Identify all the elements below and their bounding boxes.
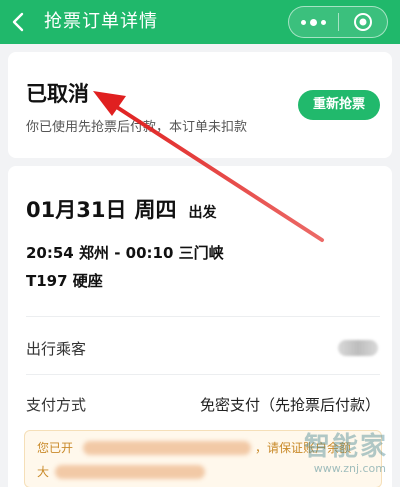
divider bbox=[26, 374, 380, 375]
order-status-title: 已取消 bbox=[26, 82, 89, 106]
more-dots-icon-right bbox=[320, 19, 326, 25]
watermark-logo: 智能家 bbox=[303, 432, 388, 462]
train-route: 20:54 郑州 - 00:10 三门峡 bbox=[26, 244, 224, 262]
back-button[interactable] bbox=[6, 8, 30, 36]
order-status-card: 已取消 你已使用先抢票后付款，本订单未扣款 重新抢票 bbox=[8, 52, 392, 158]
departure-date: 01月31日 bbox=[26, 198, 127, 222]
notice-text-start: 您已开 bbox=[37, 441, 74, 455]
regrab-ticket-button[interactable]: 重新抢票 bbox=[298, 90, 380, 120]
notice-text-line2: 大 bbox=[37, 465, 50, 479]
passenger-name-redacted bbox=[338, 340, 378, 356]
passenger-label: 出行乘客 bbox=[26, 340, 87, 358]
notice-redacted bbox=[83, 441, 251, 455]
more-button[interactable] bbox=[289, 7, 338, 37]
order-status-subtitle: 你已使用先抢票后付款，本订单未扣款 bbox=[26, 120, 248, 135]
more-dots-icon bbox=[300, 19, 306, 25]
departure-weekday: 周四 bbox=[134, 198, 177, 222]
payment-method-label: 支付方式 bbox=[26, 396, 87, 414]
more-dots-icon-center bbox=[309, 18, 317, 26]
departure-date-row: 01月31日 周四 出发 bbox=[26, 194, 216, 224]
close-mini-program-button[interactable] bbox=[339, 7, 388, 37]
payment-method-value: 免密支付（先抢票后付款） bbox=[199, 396, 380, 414]
notice-redacted-line2 bbox=[55, 465, 205, 479]
depart-label: 出发 bbox=[188, 205, 217, 221]
watermark-url: www.znj.com bbox=[313, 462, 386, 475]
train-seat: T197 硬座 bbox=[26, 272, 103, 290]
chevron-left-icon bbox=[12, 12, 24, 32]
mini-program-capsule bbox=[288, 6, 388, 38]
app-header: 抢票订单详情 bbox=[0, 0, 400, 44]
target-circle-icon bbox=[353, 13, 372, 31]
page-title: 抢票订单详情 bbox=[44, 11, 158, 32]
divider bbox=[26, 316, 380, 317]
